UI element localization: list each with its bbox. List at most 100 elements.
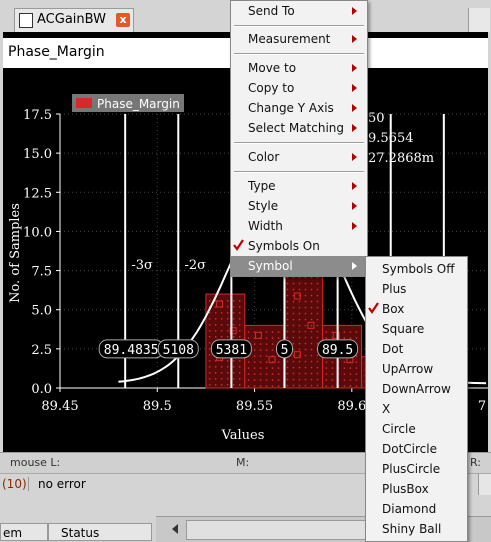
tab-acgainbw[interactable]: ACGainBW x [14, 8, 134, 33]
symbol-option-circle[interactable]: Circle [366, 419, 467, 439]
legend[interactable]: Phase_Margin [72, 94, 184, 112]
bar-dot [292, 318, 295, 321]
submenu-arrow-icon [352, 124, 357, 132]
menu-item-width[interactable]: Width [231, 216, 367, 236]
value-label: 5108 [157, 339, 199, 359]
menu-item-change-y-axis[interactable]: Change Y Axis [231, 98, 367, 118]
bar-dot [238, 384, 241, 386]
menu-item-symbols-on[interactable]: Symbols On [231, 236, 367, 256]
bar-dot [292, 366, 295, 369]
bar-dot [298, 276, 301, 279]
bar-dot [310, 300, 313, 303]
context-menu: Send To Measurement Move to Copy to Chan… [230, 0, 368, 277]
menu-item-label: Style [248, 199, 279, 213]
symbol-option-dot[interactable]: Dot [366, 339, 467, 359]
menu-item-select-matching[interactable]: Select Matching [231, 118, 367, 138]
bar-dot [304, 306, 307, 309]
symbol-option-x[interactable]: X [366, 399, 467, 419]
bar-dot [316, 288, 319, 291]
symbol-option-plus[interactable]: Plus [366, 279, 467, 299]
value-label-text: 5381 [216, 343, 247, 358]
symbol-option-pluscircle[interactable]: PlusCircle [366, 459, 467, 479]
menu-item-move-to[interactable]: Move to [231, 58, 367, 78]
symbol-option-dotcircle[interactable]: DotCircle [366, 439, 467, 459]
bar-dot [349, 373, 352, 375]
bar-dot [292, 372, 295, 375]
bar-dot [355, 361, 358, 363]
symbol-option-shiny-ball[interactable]: Shiny Ball [366, 519, 467, 539]
symbol-option-symbols-off[interactable]: Symbols Off [366, 259, 467, 279]
bar-dot [226, 336, 229, 338]
bar-dot [232, 300, 235, 302]
x-tick-label: 89.5 [143, 399, 172, 414]
symbol-option-square[interactable]: Square [366, 319, 467, 339]
symbol-option-label: Symbols Off [382, 262, 455, 276]
x-tick-label: 89.45 [41, 399, 78, 414]
bar-dot [259, 349, 262, 351]
menu-item-send-to[interactable]: Send To [231, 1, 367, 21]
column-header-item[interactable]: em [0, 523, 48, 541]
submenu-arrow-icon [352, 222, 357, 230]
bar-dot [226, 330, 229, 332]
symbol-option-label: PlusBox [382, 482, 429, 496]
bar-dot [259, 373, 262, 375]
bar-dot [259, 343, 262, 345]
bar-dot [238, 330, 241, 332]
bar-dot [208, 384, 211, 386]
bar-dot [298, 288, 301, 291]
sigma-label: -3σ [131, 258, 153, 273]
symbol-option-label: UpArrow [382, 362, 434, 376]
bar-dot [304, 300, 307, 303]
bar-dot [253, 367, 256, 369]
symbol-option-downarrow[interactable]: DownArrow [366, 379, 467, 399]
bar-dot [208, 366, 211, 368]
symbol-option-uparrow[interactable]: UpArrow [366, 359, 467, 379]
y-tick-label: 2.5 [31, 343, 52, 358]
bar-dot [238, 366, 241, 368]
x-tick-label: 7 [478, 399, 486, 414]
tab-strip-overflow[interactable] [468, 8, 490, 32]
symbol-option-label: DotCircle [382, 442, 437, 456]
bar-dot [259, 367, 262, 369]
bar-dot [277, 337, 280, 339]
bar-dot [316, 300, 319, 303]
menu-separator [234, 142, 364, 144]
scroll-left-icon[interactable] [172, 524, 178, 534]
menu-item-label: Symbols On [248, 239, 320, 253]
bar-dot [316, 312, 319, 315]
symbol-option-plusbox[interactable]: PlusBox [366, 479, 467, 499]
bar-dot [208, 372, 211, 374]
sigma-label: -2σ [185, 258, 207, 273]
menu-item-symbol[interactable]: Symbol [231, 256, 367, 276]
bar-dot [214, 378, 217, 380]
checkmark-icon [233, 239, 244, 251]
legend-label: Phase_Margin [97, 97, 180, 111]
bar-dot [247, 367, 250, 369]
bar-dot [226, 366, 229, 368]
close-icon[interactable]: x [116, 13, 130, 27]
bar-dot [331, 385, 334, 387]
menu-item-style[interactable]: Style [231, 196, 367, 216]
symbol-option-box[interactable]: Box [366, 299, 467, 319]
bar-dot [325, 367, 328, 369]
menu-item-copy-to[interactable]: Copy to [231, 78, 367, 98]
bar-dot [214, 366, 217, 368]
column-header-status[interactable]: Status [48, 523, 152, 541]
bar-dot [304, 276, 307, 279]
message-scrollbar[interactable] [478, 474, 491, 495]
bar-dot [232, 366, 235, 368]
plot-title: Phase_Margin [8, 44, 105, 60]
stats-line: 9.5654 [368, 131, 414, 146]
menu-item-label: Send To [248, 4, 295, 18]
bar-dot [298, 336, 301, 339]
menu-item-measurement[interactable]: Measurement [231, 29, 367, 49]
bar-dot [349, 331, 352, 333]
bar-dot [277, 379, 280, 381]
bar-dot [259, 361, 262, 363]
menu-item-type[interactable]: Type [231, 176, 367, 196]
menu-item-color[interactable]: Color [231, 147, 367, 167]
bar-dot [238, 306, 241, 308]
symbol-option-diamond[interactable]: Diamond [366, 499, 467, 519]
bar-dot [265, 337, 268, 339]
bar-dot [232, 336, 235, 338]
